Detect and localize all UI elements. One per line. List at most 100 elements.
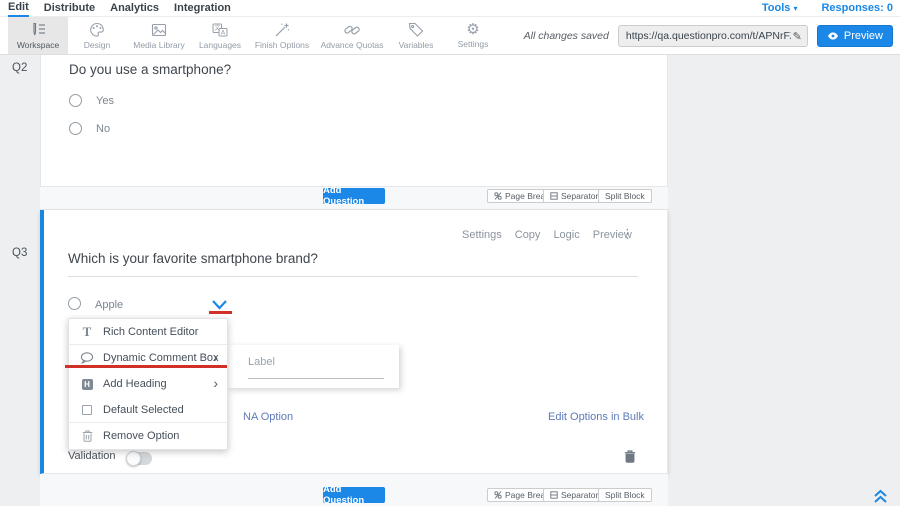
- q2-option-row: Yes: [69, 94, 114, 107]
- split-block-button[interactable]: Split Block: [598, 488, 652, 502]
- responses-count[interactable]: Responses: 0: [821, 2, 893, 14]
- separator-icon: [550, 491, 558, 499]
- tab-label: Variables: [399, 40, 434, 50]
- label-input-placeholder: Label: [248, 356, 275, 368]
- tab-variables[interactable]: Variables: [388, 17, 444, 54]
- caret-down-icon: ▾: [793, 4, 797, 13]
- radio-button[interactable]: [69, 94, 82, 107]
- tab-label: Design: [84, 40, 110, 50]
- top-menubar: Edit Distribute Analytics Integration To…: [0, 0, 900, 17]
- toolbar-right: All changes saved https://qa.questionpro…: [524, 25, 893, 47]
- split-block-button[interactable]: Split Block: [598, 189, 652, 203]
- separator-icon: [550, 192, 558, 200]
- menu-item-add-heading[interactable]: H Add Heading ›: [69, 371, 227, 397]
- workspace-icon: [29, 22, 47, 38]
- q2-title[interactable]: Do you use a smartphone?: [69, 62, 231, 77]
- trash-icon[interactable]: [624, 450, 636, 463]
- menu-item-rich-content-editor[interactable]: T Rich Content Editor: [69, 319, 227, 345]
- trash-icon: [79, 430, 95, 442]
- split-block-label: Split Block: [605, 191, 645, 201]
- label-input[interactable]: [248, 378, 384, 379]
- menu-item-label: Rich Content Editor: [103, 326, 198, 338]
- add-question-button[interactable]: Add Question: [323, 487, 385, 503]
- editor-toolbar: Workspace Design Media Library 文A Langua…: [0, 17, 900, 55]
- heading-icon: H: [79, 379, 95, 390]
- q2-option-row: No: [69, 122, 110, 135]
- q3-settings-link[interactable]: Settings: [462, 229, 502, 241]
- menu-item-remove-option[interactable]: Remove Option: [69, 423, 227, 449]
- links-icon: [343, 22, 361, 38]
- menu-item-default-selected[interactable]: Default Selected: [69, 397, 227, 423]
- tab-label: Media Library: [133, 40, 185, 50]
- autosave-status: All changes saved: [524, 30, 609, 42]
- chevron-right-icon: ›: [213, 375, 218, 391]
- svg-text:A: A: [221, 28, 226, 36]
- question-id-q3: Q3: [12, 247, 27, 259]
- tab-languages[interactable]: 文A Languages: [192, 17, 248, 54]
- validation-toggle[interactable]: [126, 452, 152, 465]
- svg-text:文: 文: [214, 24, 220, 32]
- option-label[interactable]: Yes: [96, 95, 114, 107]
- tools-dropdown[interactable]: Tools ▾: [762, 2, 798, 14]
- separator-label: Separator: [561, 490, 598, 500]
- question-id-q2: Q2: [12, 62, 27, 74]
- text-icon: T: [79, 325, 95, 338]
- menu-item-label: Add Heading: [103, 378, 167, 390]
- q3-logic-link[interactable]: Logic: [553, 229, 579, 241]
- option-context-menu: T Rich Content Editor Dynamic Comment Bo…: [68, 318, 228, 450]
- radio-button[interactable]: [69, 122, 82, 135]
- tab-media-library[interactable]: Media Library: [126, 17, 192, 54]
- question-card-q2[interactable]: Do you use a smartphone? Yes No: [40, 55, 668, 187]
- checkbox-icon: [79, 405, 95, 415]
- translate-icon: 文A: [211, 22, 229, 38]
- q3-copy-link[interactable]: Copy: [515, 229, 541, 241]
- menubar-nav: Edit Distribute Analytics Integration: [8, 0, 231, 17]
- comment-icon: [79, 352, 95, 364]
- chevron-down-icon[interactable]: [211, 299, 228, 311]
- q3-option-apple-label[interactable]: Apple: [95, 299, 123, 311]
- image-icon: [150, 22, 168, 38]
- tab-settings[interactable]: ⚙ Settings: [444, 17, 502, 54]
- add-question-button[interactable]: Add Question: [323, 188, 385, 204]
- edit-options-in-bulk-link[interactable]: Edit Options in Bulk: [548, 411, 644, 423]
- kebab-menu-icon[interactable]: ⋮: [621, 226, 634, 242]
- eye-icon: [827, 32, 839, 40]
- tab-finish-options[interactable]: Finish Options: [248, 17, 316, 54]
- tab-label: Languages: [199, 40, 241, 50]
- radio-button[interactable]: [68, 297, 81, 310]
- q3-title-underline: [68, 276, 638, 277]
- menu-analytics[interactable]: Analytics: [110, 1, 159, 16]
- pencil-icon[interactable]: ✎: [793, 30, 802, 43]
- gear-icon: ⚙: [466, 22, 479, 37]
- preview-button[interactable]: Preview: [817, 25, 893, 47]
- separator-label: Separator: [561, 191, 598, 201]
- q3-title[interactable]: Which is your favorite smartphone brand?: [68, 251, 318, 266]
- validation-label: Validation: [68, 450, 116, 462]
- tab-design[interactable]: Design: [68, 17, 126, 54]
- survey-url-value[interactable]: https://qa.questionpro.com/t/APNrFZgO: [626, 30, 791, 42]
- menu-item-label: Default Selected: [103, 404, 184, 416]
- tab-label: Finish Options: [255, 40, 309, 50]
- tag-icon: [407, 22, 425, 38]
- chevron-right-icon: ›: [213, 349, 218, 365]
- split-block-label: Split Block: [605, 490, 645, 500]
- tab-advance-quotas[interactable]: Advance Quotas: [316, 17, 388, 54]
- menu-item-label: Dynamic Comment Box: [103, 352, 219, 364]
- option-label[interactable]: No: [96, 123, 110, 135]
- menu-edit[interactable]: Edit: [8, 0, 29, 17]
- annotation-underline-chevron: [209, 311, 232, 314]
- menu-distribute[interactable]: Distribute: [44, 1, 95, 16]
- annotation-underline-dynamic-comment-box: [65, 365, 227, 368]
- separator-button[interactable]: Separator: [543, 189, 605, 203]
- tab-workspace[interactable]: Workspace: [8, 17, 68, 54]
- wand-icon: [273, 22, 291, 38]
- na-option-link[interactable]: NA Option: [243, 411, 293, 423]
- tab-label: Workspace: [17, 40, 59, 50]
- survey-url-input[interactable]: https://qa.questionpro.com/t/APNrFZgO ✎: [618, 25, 808, 47]
- double-chevron-up-icon[interactable]: [872, 489, 889, 504]
- menu-item-label: Remove Option: [103, 430, 179, 442]
- separator-button[interactable]: Separator: [543, 488, 605, 502]
- page-break-icon: [494, 192, 502, 200]
- page-break-icon: [494, 491, 502, 499]
- menu-integration[interactable]: Integration: [174, 1, 231, 16]
